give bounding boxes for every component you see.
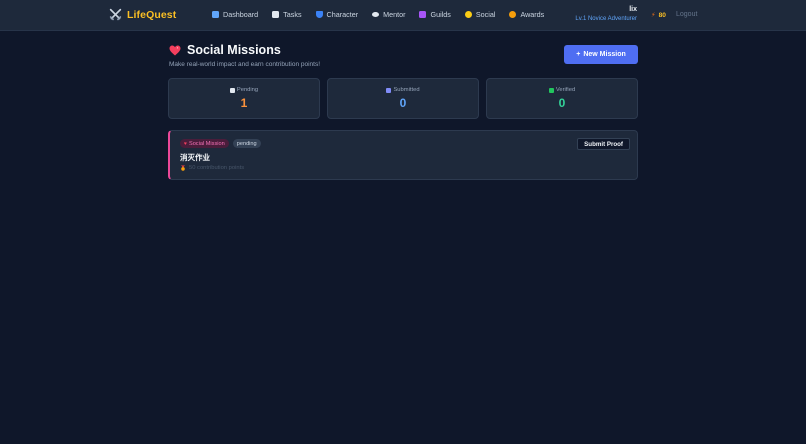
check-icon — [548, 87, 554, 93]
mission-points-text: 50 contribution points — [189, 165, 245, 171]
nav-links: Dashboard Tasks Character Mentor Guilds … — [212, 10, 544, 19]
nav-link-label: Tasks — [283, 10, 302, 19]
nav-link-label: Mentor — [383, 10, 406, 19]
mission-card[interactable]: ♥ Social Mission pending 消灭作业 50 contrib… — [168, 130, 638, 180]
brand-name: LifeQuest — [127, 8, 177, 21]
chart-icon — [212, 11, 219, 18]
stat-value: 0 — [558, 96, 566, 110]
points-display: ⚡ 80 — [651, 11, 666, 20]
mission-title: 消灭作业 — [180, 153, 210, 162]
mission-points: 50 contribution points — [180, 165, 244, 171]
page-header: Social Missions Make real-world impact a… — [169, 43, 320, 68]
mission-tags: ♥ Social Mission pending — [180, 139, 261, 148]
clipboard-icon — [272, 11, 280, 18]
heart-icon — [169, 45, 181, 55]
nav-link-label: Character — [326, 10, 359, 19]
medal-icon — [509, 11, 517, 18]
stat-label: Submitted — [328, 87, 478, 93]
sun-icon — [464, 11, 472, 18]
nav-link-label: Social — [475, 10, 496, 19]
stat-label-text: Pending — [236, 87, 259, 93]
stat-value: 1 — [240, 96, 248, 110]
stat-value: 0 — [399, 96, 407, 110]
castle-icon — [419, 11, 427, 18]
nav-link-social[interactable]: Social — [464, 10, 496, 19]
nav-link-label: Dashboard — [223, 10, 259, 19]
page-subtitle: Make real-world impact and earn contribu… — [169, 61, 321, 68]
new-mission-label: New Mission — [583, 51, 626, 58]
top-nav: LifeQuest Dashboard Tasks Character Ment… — [0, 0, 806, 31]
clipboard-icon — [229, 87, 235, 93]
nav-link-guilds[interactable]: Guilds — [419, 10, 451, 19]
user-name: lix — [629, 6, 637, 13]
plus-icon: + — [576, 51, 581, 58]
medal-icon — [181, 165, 185, 171]
page-title-text: Social Missions — [187, 43, 281, 57]
nav-link-tasks[interactable]: Tasks — [272, 10, 302, 19]
nav-link-character[interactable]: Character — [315, 10, 359, 19]
stat-card-verified: Verified 0 — [486, 78, 638, 119]
stat-label-text: Verified — [555, 87, 576, 93]
stat-label: Verified — [487, 87, 637, 93]
new-mission-button[interactable]: + New Mission — [564, 45, 638, 64]
nav-link-dashboard[interactable]: Dashboard — [212, 10, 258, 19]
user-info[interactable]: lix Lv.1 Novice Adventurer — [575, 6, 637, 23]
mission-type-badge: ♥ Social Mission — [180, 139, 229, 148]
stat-label: Pending — [169, 87, 319, 93]
nav-link-label: Guilds — [430, 10, 451, 19]
logout-link[interactable]: Logout — [676, 11, 697, 18]
submit-proof-button[interactable]: Submit Proof — [577, 138, 630, 150]
user-level: Lv.1 Novice Adventurer — [575, 16, 637, 23]
chat-icon — [372, 12, 380, 17]
status-badge: pending — [232, 139, 261, 148]
crossed-swords-icon — [109, 8, 122, 21]
nav-link-awards[interactable]: Awards — [509, 10, 544, 19]
stat-label-text: Submitted — [393, 87, 420, 93]
nav-link-mentor[interactable]: Mentor — [372, 10, 405, 19]
points-value: 80 — [658, 11, 666, 19]
heart-icon: ♥ — [184, 140, 187, 147]
nav-link-label: Awards — [520, 10, 545, 19]
stat-card-pending: Pending 1 — [168, 78, 320, 119]
inbox-icon — [386, 87, 392, 93]
shield-icon — [315, 11, 323, 18]
mission-type-text: Social Mission — [188, 140, 225, 147]
lightning-icon: ⚡ — [651, 12, 656, 19]
stat-card-submitted: Submitted 0 — [327, 78, 479, 119]
page-title: Social Missions — [169, 43, 320, 57]
brand[interactable]: LifeQuest — [109, 8, 176, 21]
